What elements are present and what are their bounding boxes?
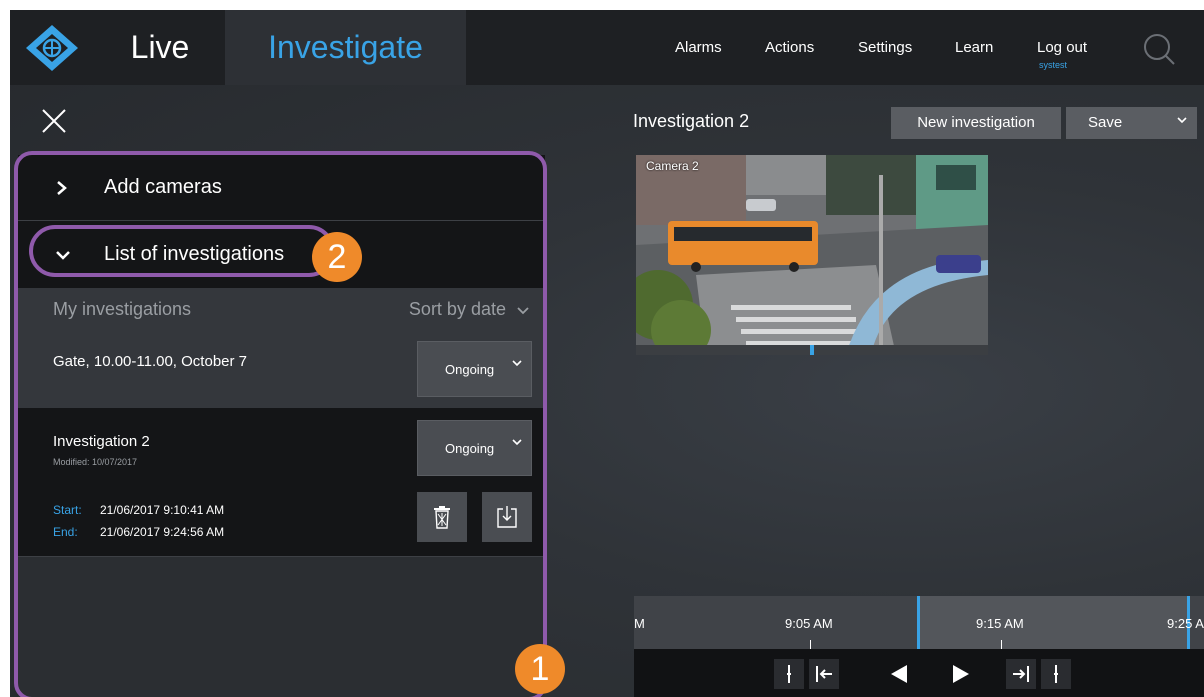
status-dropdown[interactable]: Ongoing: [417, 341, 532, 397]
chevron-down-icon: [512, 439, 522, 446]
logo-icon: [26, 25, 78, 71]
menu-settings[interactable]: Settings: [858, 39, 912, 56]
logged-in-user: systest: [1039, 60, 1068, 70]
add-cameras-label: Add cameras: [104, 176, 222, 198]
jump-to-selection-end-button[interactable]: [1006, 659, 1036, 689]
chevron-down-icon: [517, 307, 529, 315]
tab-live[interactable]: Live: [95, 10, 225, 85]
app-logo[interactable]: [10, 10, 95, 85]
status-dropdown[interactable]: Ongoing: [417, 420, 532, 476]
timeline-label: 9:15 AM: [976, 616, 1024, 631]
timeline-tick: [1001, 640, 1002, 649]
my-investigations-label: My investigations: [53, 299, 192, 319]
investigation-name: Investigation 2: [53, 433, 150, 450]
sort-dropdown[interactable]: Sort by date: [409, 299, 529, 320]
callout-highlight-ring: [29, 225, 335, 277]
export-icon: [497, 506, 517, 528]
timeline-tick: [810, 640, 811, 649]
play-forward-button[interactable]: [946, 659, 976, 689]
play-icon: [953, 665, 969, 683]
callout-badge-1: 1: [515, 644, 565, 694]
investigation-row-selected[interactable]: Investigation 2 Modified: 10/07/2017 Ong…: [18, 408, 545, 556]
selection-start-handle[interactable]: [917, 596, 920, 649]
end-label: End:: [53, 525, 78, 539]
investigations-subheader: My investigations Sort by date: [18, 288, 545, 330]
end-time: 21/06/2017 9:24:56 AM: [100, 525, 225, 539]
callout-badge-2: 2: [312, 232, 362, 282]
playback-controls: [634, 649, 1204, 697]
sort-label: Sort by date: [408, 299, 506, 319]
status-value: Ongoing: [445, 441, 495, 456]
timeline[interactable]: M 9:05 AM 9:15 AM 9:25 A: [634, 596, 1204, 649]
investigation-row[interactable]: Gate, 10.00-11.00, October 7 Ongoing: [18, 330, 545, 408]
close-icon[interactable]: [41, 108, 67, 134]
menu-learn[interactable]: Learn: [955, 39, 993, 56]
add-cameras-section[interactable]: Add cameras: [18, 155, 545, 220]
play-backward-button[interactable]: [884, 659, 914, 689]
row-divider: [18, 556, 545, 557]
skip-to-end-button[interactable]: [1041, 659, 1071, 689]
timeline-label: 9:05 AM: [785, 616, 833, 631]
chevron-down-icon: [512, 360, 522, 367]
new-investigation-button[interactable]: New investigation: [891, 107, 1061, 139]
chevron-right-icon: [57, 181, 67, 195]
export-button[interactable]: [482, 492, 532, 542]
investigation-name: Gate, 10.00-11.00, October 7: [53, 353, 248, 370]
menu-actions[interactable]: Actions: [765, 39, 814, 56]
status-value: Ongoing: [445, 362, 495, 377]
camera-label: Camera 2: [646, 159, 699, 173]
bracket-end-icon: [1054, 665, 1058, 683]
save-label: Save: [1088, 114, 1123, 131]
search-icon[interactable]: [1142, 32, 1176, 66]
timeline-selection[interactable]: [918, 596, 1188, 649]
tab-investigate[interactable]: Investigate: [225, 10, 466, 85]
menu-alarms[interactable]: Alarms: [675, 39, 722, 56]
jump-to-selection-start-button[interactable]: [809, 659, 839, 689]
investigation-modified: Modified: 10/07/2017: [53, 457, 138, 467]
play-reverse-icon: [891, 665, 907, 683]
investigation-title: Investigation 2: [633, 111, 750, 131]
camera-view[interactable]: Camera 2: [636, 155, 988, 355]
step-forward-icon: [1013, 666, 1029, 682]
start-label: Start:: [53, 503, 82, 517]
save-dropdown-button[interactable]: Save: [1066, 107, 1197, 139]
start-time: 21/06/2017 9:10:41 AM: [100, 503, 225, 517]
timeline-label: M: [634, 616, 645, 631]
app-window: Live Investigate Alarms Actions Settings…: [10, 10, 1204, 697]
delete-button[interactable]: [417, 492, 467, 542]
trash-icon: [434, 506, 450, 529]
timeline-label: 9:25 A: [1167, 616, 1204, 631]
skip-to-start-button[interactable]: [774, 659, 804, 689]
bracket-start-icon: [787, 665, 791, 683]
menu-logout[interactable]: Log out: [1037, 39, 1087, 56]
step-back-icon: [816, 666, 832, 682]
chevron-down-icon: [1177, 117, 1187, 124]
camera-feed-image: [636, 155, 988, 355]
